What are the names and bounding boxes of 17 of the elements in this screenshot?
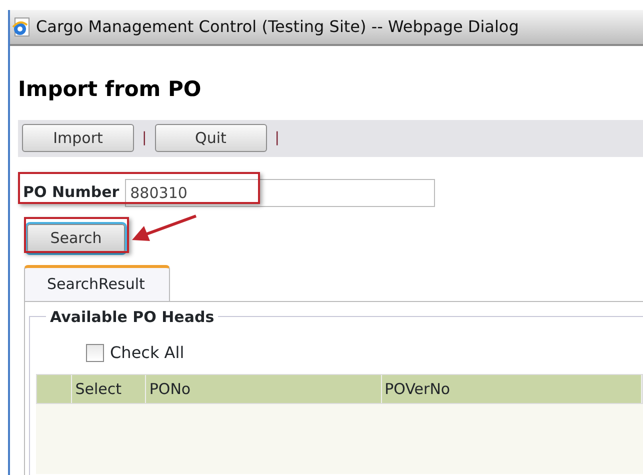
field-label: PO Number xyxy=(23,182,120,204)
search-button[interactable]: Search xyxy=(27,224,125,252)
column-header: Select xyxy=(72,375,146,403)
po-number-field[interactable]: 880310 xyxy=(125,178,436,206)
separator: | xyxy=(274,128,280,148)
column-header: PONo xyxy=(146,375,382,403)
arrow xyxy=(132,214,197,241)
window-title: Cargo Management Control (Testing Site) -- Webpage Dialog xyxy=(36,16,519,38)
checkbox[interactable] xyxy=(86,344,104,362)
page-heading: Import from PO xyxy=(18,76,202,103)
column-header: POVerNo xyxy=(382,375,642,403)
toolbar-button[interactable]: Import xyxy=(22,124,134,152)
tab[interactable]: SearchResult xyxy=(24,264,170,301)
separator: | xyxy=(142,128,147,148)
page-icon xyxy=(12,17,30,37)
checkbox-label: Check All xyxy=(110,342,184,364)
toolbar-button[interactable]: Quit xyxy=(154,124,267,152)
